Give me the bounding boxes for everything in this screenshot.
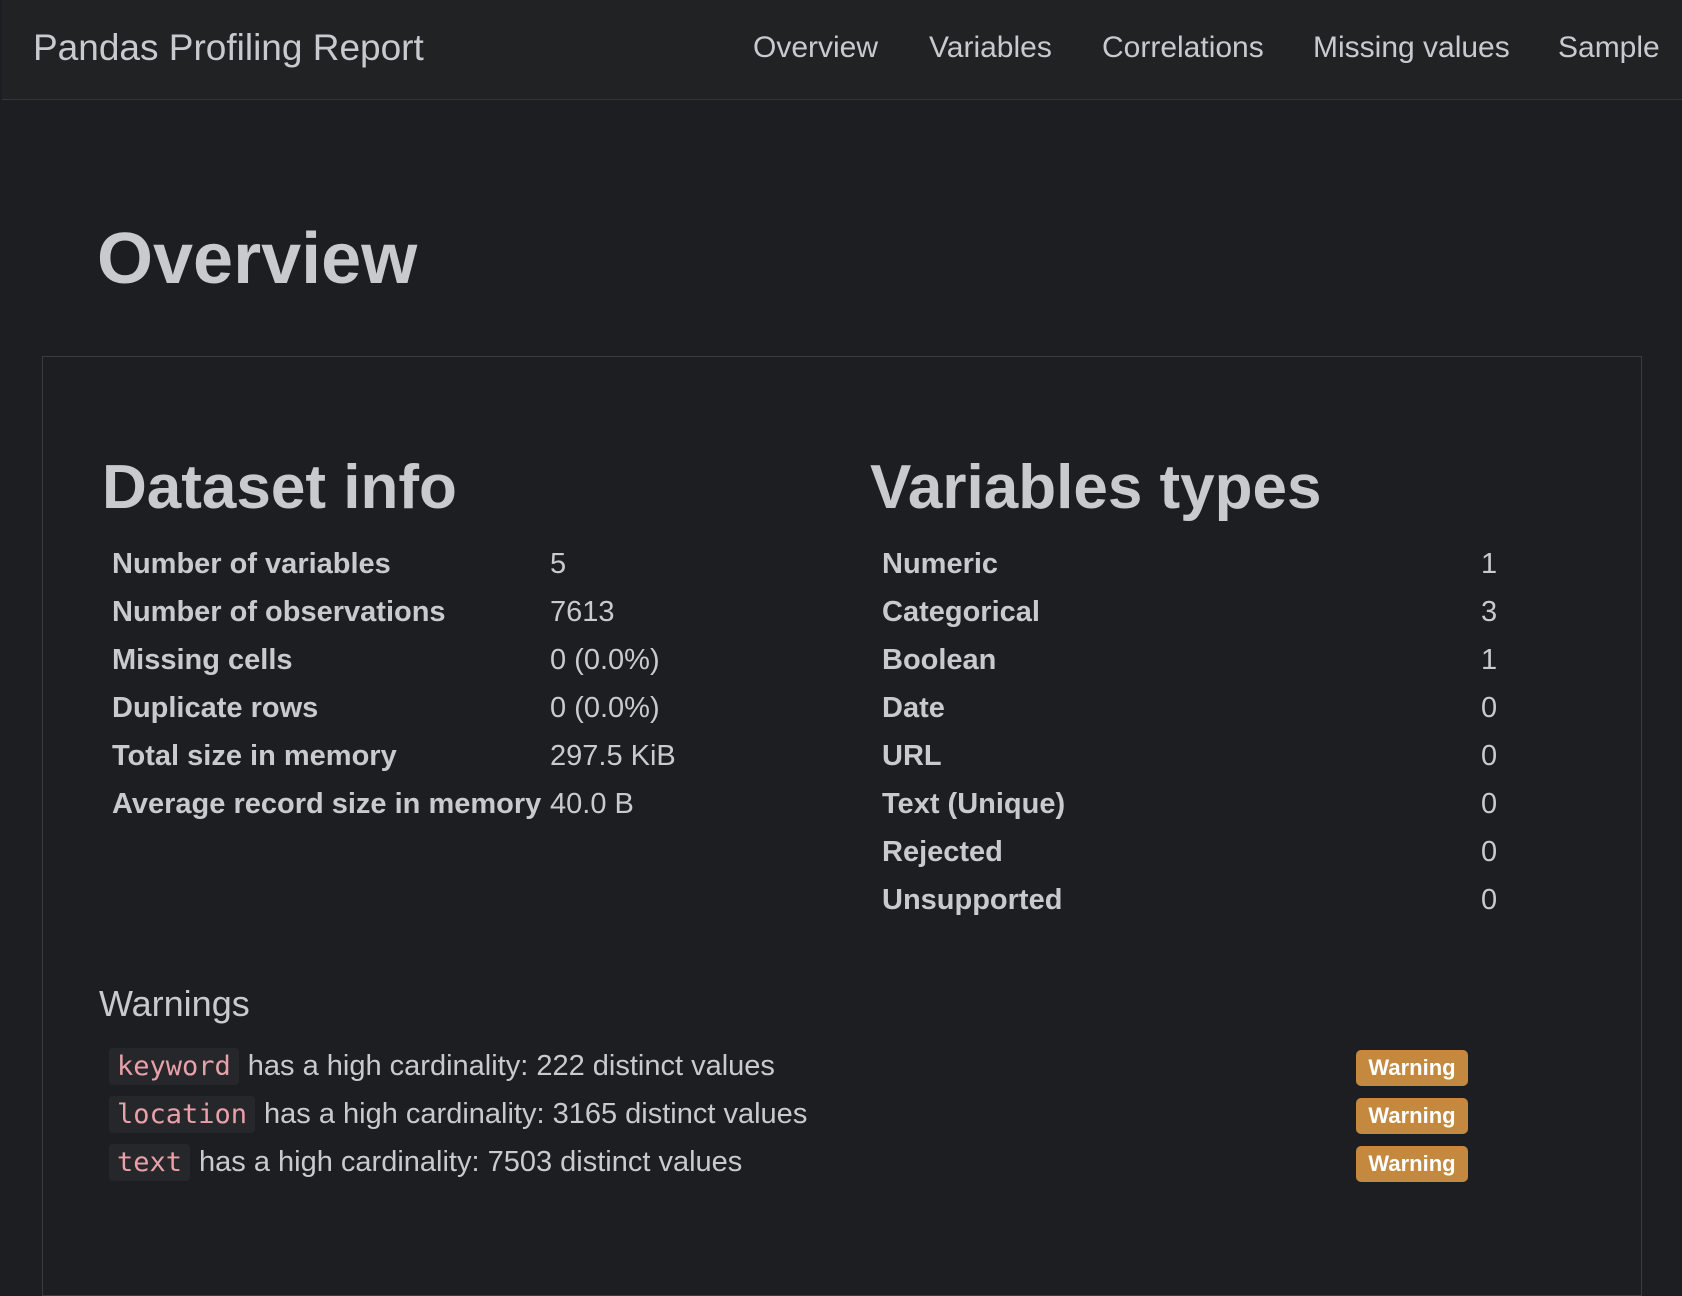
warning-message: has a high cardinality: 3165 distinct va… [264, 1097, 808, 1130]
nav-variables[interactable]: Variables [929, 31, 1052, 65]
dataset-info-label: Average record size in memory [112, 788, 542, 820]
warning-variable-name: location [109, 1095, 256, 1133]
dataset-info-value: 0 (0.0%) [550, 644, 660, 676]
top-navbar: Pandas Profiling Report Overview Variabl… [2, 0, 1682, 100]
dataset-info-label: Number of variables [112, 548, 391, 580]
warning-badge: Warning [1356, 1050, 1468, 1086]
variable-type-count: 3 [1481, 596, 1498, 628]
warning-row: text has a high cardinality: 7503 distin… [109, 1142, 742, 1182]
page-title: Overview [97, 219, 418, 299]
variable-type-count: 1 [1481, 548, 1498, 580]
nav-missing-values[interactable]: Missing values [1313, 31, 1510, 65]
warning-badge: Warning [1356, 1098, 1468, 1134]
dataset-info-value: 297.5 KiB [550, 740, 676, 772]
dataset-info-title: Dataset info [102, 453, 457, 522]
warning-badge: Warning [1356, 1146, 1468, 1182]
nav-sample[interactable]: Sample [1558, 31, 1660, 65]
variable-type-label: Boolean [882, 644, 997, 676]
dataset-info-label: Total size in memory [112, 740, 397, 772]
variable-type-count: 0 [1481, 740, 1498, 772]
nav-correlations[interactable]: Correlations [1102, 31, 1264, 65]
warning-row: keyword has a high cardinality: 222 dist… [109, 1046, 775, 1086]
variable-type-label: Unsupported [882, 884, 1063, 916]
dataset-info-label: Duplicate rows [112, 692, 319, 724]
variable-type-count: 0 [1481, 788, 1498, 820]
variable-type-count: 1 [1481, 644, 1498, 676]
warning-variable-name: keyword [109, 1047, 239, 1085]
variable-type-count: 0 [1481, 692, 1498, 724]
dataset-info-value: 5 [550, 548, 567, 580]
dataset-info-label: Missing cells [112, 644, 293, 676]
warnings-title: Warnings [99, 983, 250, 1024]
warning-message: has a high cardinality: 222 distinct val… [247, 1049, 775, 1082]
warning-message: has a high cardinality: 7503 distinct va… [199, 1145, 743, 1178]
dataset-info-label: Number of observations [112, 596, 446, 628]
warning-variable-name: text [109, 1143, 191, 1181]
variable-type-label: Rejected [882, 836, 1003, 868]
dataset-info-value: 40.0 B [550, 788, 634, 820]
variable-type-label: Categorical [882, 596, 1040, 628]
warning-row: location has a high cardinality: 3165 di… [109, 1094, 807, 1134]
dataset-info-value: 7613 [550, 596, 615, 628]
brand-title[interactable]: Pandas Profiling Report [33, 27, 424, 69]
dataset-info-value: 0 (0.0%) [550, 692, 660, 724]
variable-type-label: Text (Unique) [882, 788, 1066, 820]
variable-type-count: 0 [1481, 836, 1498, 868]
nav-overview[interactable]: Overview [753, 31, 878, 65]
variable-type-label: URL [882, 740, 942, 772]
variable-type-label: Numeric [882, 548, 999, 580]
variable-type-count: 0 [1481, 884, 1498, 916]
variable-types-title: Variables types [870, 453, 1322, 522]
variable-type-label: Date [882, 692, 945, 724]
